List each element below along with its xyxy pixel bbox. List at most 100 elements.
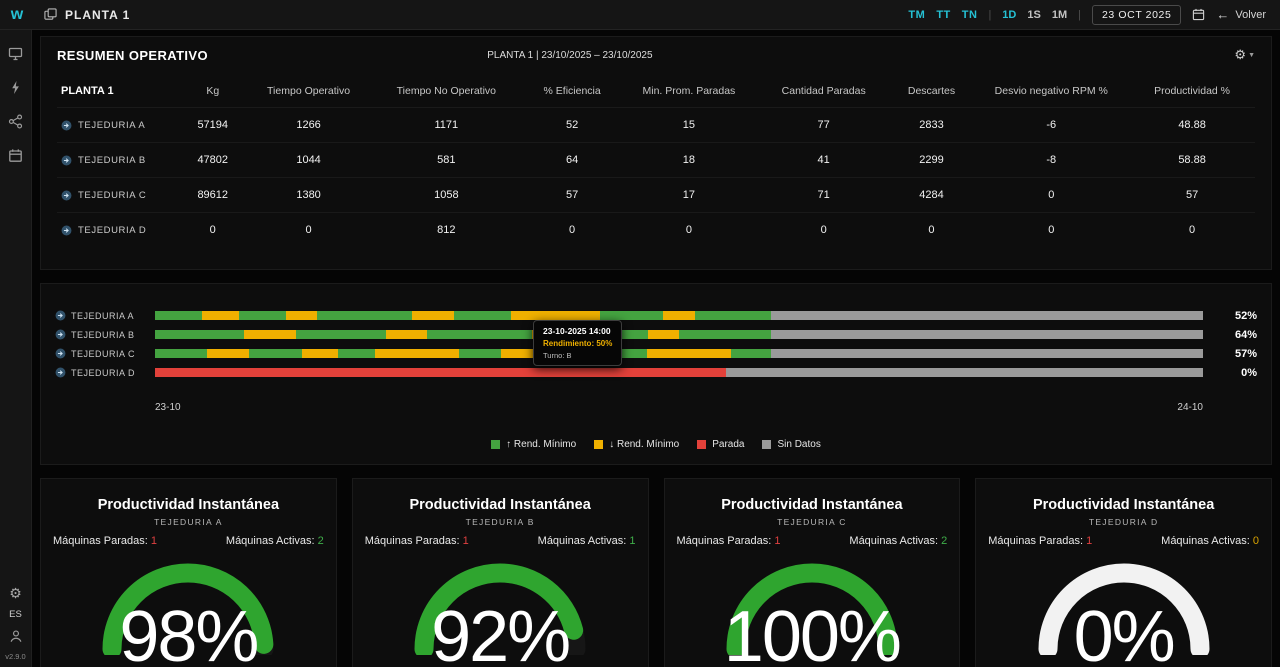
back-button[interactable]: ← Volver (1216, 7, 1266, 22)
summary-panel-header: RESUMEN OPERATIVO PLANTA 1 | 23/10/2025 … (41, 37, 1271, 73)
bar-segment-yellow (511, 311, 600, 320)
card-subtitle: TEJEDURIA C (665, 517, 960, 527)
arrow-circle-icon (55, 329, 66, 340)
back-label: Volver (1235, 9, 1266, 21)
table-row[interactable]: TEJEDURIA C89612138010585717714284057 (57, 178, 1255, 213)
bar-segment-gray (771, 311, 1203, 320)
machines-active: Máquinas Activas: 0 (1161, 535, 1259, 547)
user-icon[interactable] (9, 629, 23, 643)
timeline-row: TEJEDURIA B64% (55, 325, 1257, 344)
calendar-icon[interactable] (1192, 8, 1205, 21)
bar-segment-yellow (532, 330, 574, 339)
legend-swatch-yellow (594, 440, 603, 449)
row-label: TEJEDURIA C (57, 178, 177, 213)
table-cell: 58.88 (1129, 143, 1255, 178)
legend-item[interactable]: ↓ Rend. Mínimo (594, 439, 679, 450)
timeline-row: TEJEDURIA C57% (55, 344, 1257, 363)
timeline-row-label: TEJEDURIA B (55, 329, 155, 340)
range-toggle-1d[interactable]: 1D (1002, 9, 1016, 21)
main-content: RESUMEN OPERATIVO PLANTA 1 | 23/10/2025 … (32, 30, 1280, 667)
language-selector[interactable]: ES (9, 609, 22, 620)
table-cell: 47802 (177, 143, 249, 178)
legend-label: Sin Datos (777, 439, 820, 450)
table-cell: 18 (620, 143, 758, 178)
date-label: 23 OCT 2025 (1102, 9, 1171, 21)
bar-segment-yellow (386, 330, 428, 339)
gauge-value: 0% (976, 601, 1271, 667)
panel-settings-button[interactable]: ⚙▼ (1234, 47, 1255, 63)
shift-toggle-tn[interactable]: TN (962, 9, 978, 21)
card-title: Productividad Instantánea (665, 497, 960, 513)
row-label: TEJEDURIA D (57, 213, 177, 248)
range-toggle-1m[interactable]: 1M (1052, 9, 1067, 21)
bar-segment-yellow (647, 349, 731, 358)
legend-item[interactable]: ↑ Rend. Mínimo (491, 439, 576, 450)
arrow-circle-icon (55, 348, 66, 359)
sidebar: ⚙ ES v2.9.0 (0, 30, 32, 667)
card-title: Productividad Instantánea (41, 497, 336, 513)
table-cell: 77 (758, 108, 890, 143)
table-row[interactable]: TEJEDURIA D00812000000 (57, 213, 1255, 248)
machines-active: Máquinas Activas: 2 (849, 535, 947, 547)
table-cell: 1266 (249, 108, 369, 143)
machines-active: Máquinas Activas: 1 (538, 535, 636, 547)
machines-stopped: Máquinas Paradas: 1 (53, 535, 157, 547)
table-cell: 2299 (890, 143, 974, 178)
table-cell: 1058 (368, 178, 524, 213)
column-header: Descartes (890, 75, 974, 108)
table-row[interactable]: TEJEDURIA B4780210445816418412299-858.88 (57, 143, 1255, 178)
legend-item[interactable]: Parada (697, 439, 744, 450)
table-cell: 0 (973, 178, 1129, 213)
timeline-panel: TEJEDURIA A52%TEJEDURIA B64%TEJEDURIA C5… (40, 283, 1272, 465)
column-header: Cantidad Paradas (758, 75, 890, 108)
bar-segment-green (239, 311, 286, 320)
machines-stopped: Máquinas Paradas: 1 (988, 535, 1092, 547)
table-cell: 4284 (890, 178, 974, 213)
column-header: Productividad % (1129, 75, 1255, 108)
bar-segment-green (155, 330, 244, 339)
table-cell: 0 (758, 213, 890, 248)
shift-toggle-tt[interactable]: TT (936, 9, 950, 21)
machines-row: Máquinas Paradas: 1Máquinas Activas: 1 (353, 535, 648, 547)
bar-segment-green (574, 330, 647, 339)
machines-icon[interactable] (8, 114, 23, 129)
app-logo[interactable]: w (0, 6, 34, 24)
monitor-icon[interactable] (8, 46, 23, 61)
timeline-bar[interactable] (155, 311, 1203, 320)
shift-toggle-tm[interactable]: TM (908, 9, 925, 21)
column-header: PLANTA 1 (57, 75, 177, 108)
legend-item[interactable]: Sin Datos (762, 439, 820, 450)
bar-segment-green (296, 330, 385, 339)
table-cell: 57194 (177, 108, 249, 143)
date-picker[interactable]: 23 OCT 2025 (1092, 5, 1181, 25)
table-cell: -6 (973, 108, 1129, 143)
timeline-row-percent: 0% (1211, 367, 1257, 379)
bar-segment-yellow (286, 311, 317, 320)
table-cell: 0 (177, 213, 249, 248)
card-subtitle: TEJEDURIA B (353, 517, 648, 527)
back-arrow-icon: ← (1216, 7, 1229, 22)
table-cell: 17 (620, 178, 758, 213)
bar-segment-yellow (501, 349, 543, 358)
panels-icon[interactable] (44, 8, 57, 21)
table-cell: 57 (1129, 178, 1255, 213)
calendar-nav-icon[interactable] (8, 148, 23, 163)
row-label: TEJEDURIA A (57, 108, 177, 143)
bar-segment-green (317, 311, 411, 320)
lightning-icon[interactable] (9, 80, 22, 95)
machines-active: Máquinas Activas: 2 (226, 535, 324, 547)
summary-title: RESUMEN OPERATIVO (57, 48, 208, 63)
bar-segment-green (427, 330, 532, 339)
table-cell: 0 (1129, 213, 1255, 248)
table-cell: 2833 (890, 108, 974, 143)
timeline-bar[interactable] (155, 349, 1203, 358)
timeline-bar[interactable] (155, 330, 1203, 339)
gauge-value: 98% (41, 601, 336, 667)
settings-gear-icon[interactable]: ⚙ (9, 586, 22, 600)
table-cell: 0 (620, 213, 758, 248)
range-toggle-1s[interactable]: 1S (1027, 9, 1040, 21)
summary-table: PLANTA 1 Kg Tiempo Operativo Tiempo No O… (57, 75, 1255, 247)
table-row[interactable]: TEJEDURIA A57194126611715215772833-648.8… (57, 108, 1255, 143)
bar-segment-yellow (244, 330, 296, 339)
timeline-bar[interactable] (155, 368, 1203, 377)
